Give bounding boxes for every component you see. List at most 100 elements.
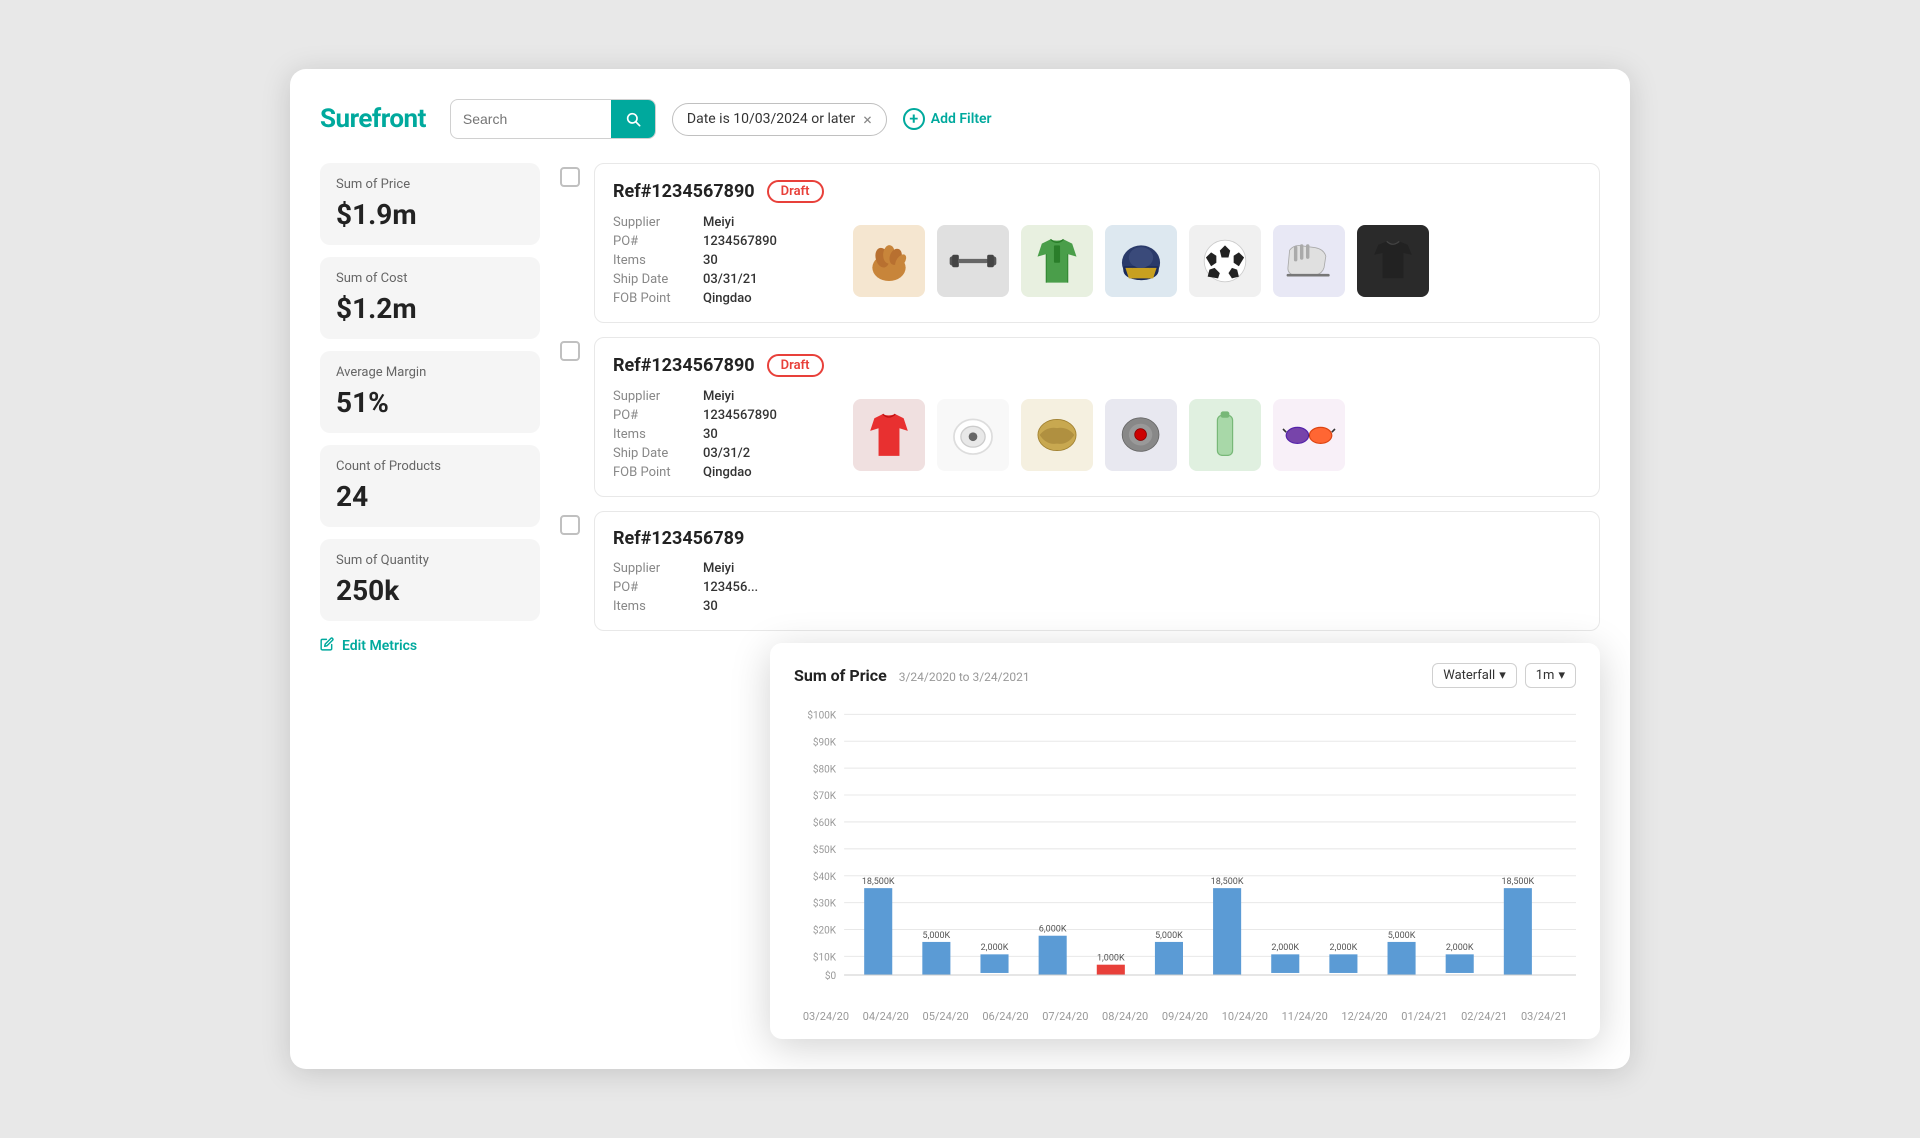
po-card-1: Ref#1234567890 Draft Supplier Meiyi PO# … [594, 163, 1600, 323]
bar-8 [1329, 954, 1357, 973]
svg-text:1,000K: 1,000K [1097, 953, 1125, 963]
svg-text:18,500K: 18,500K [862, 877, 895, 887]
metric-label-count-products: Count of Products [336, 459, 524, 474]
svg-text:5,000K: 5,000K [1388, 931, 1416, 941]
po-label-1: PO# [613, 234, 693, 249]
bar-4 [1097, 965, 1125, 975]
items-value-1: 30 [703, 253, 718, 268]
metric-value-sum-quantity: 250k [336, 574, 524, 607]
chart-period-select[interactable]: 1m ▾ [1525, 663, 1576, 688]
po-card-2: Ref#1234567890 Draft Supplier Meiyi PO# … [594, 337, 1600, 497]
x-label-6: 09/24/20 [1155, 1010, 1215, 1023]
filter-close-icon[interactable]: × [863, 110, 872, 129]
header: Surefront Date is 10/03/2024 or later × … [320, 99, 1600, 139]
po-ref-1: Ref#1234567890 [613, 181, 755, 202]
chart-period-chevron: ▾ [1558, 668, 1565, 683]
chart-type-select[interactable]: Waterfall ▾ [1432, 663, 1517, 688]
po-ref-3: Ref#123456789 [613, 528, 744, 549]
po-field-supplier-2: Supplier Meiyi [613, 389, 813, 404]
x-axis-labels: 03/24/20 04/24/20 05/24/20 06/24/20 07/2… [794, 1010, 1576, 1023]
x-label-11: 02/24/21 [1454, 1010, 1514, 1023]
po-label-3: PO# [613, 580, 693, 595]
svg-text:$10K: $10K [813, 950, 837, 963]
svg-text:$90K: $90K [813, 735, 837, 748]
po-field-fob-2: FOB Point Qingdao [613, 465, 813, 480]
supplier-value-2: Meiyi [703, 389, 734, 404]
metric-card-sum-price: Sum of Price $1.9m [320, 163, 540, 245]
plus-icon: + [903, 108, 925, 130]
metric-label-sum-quantity: Sum of Quantity [336, 553, 524, 568]
supplier-value-1: Meiyi [703, 215, 734, 230]
add-filter-label: Add Filter [931, 111, 992, 127]
po-field-supplier-3: Supplier Meiyi [613, 561, 813, 576]
add-filter-button[interactable]: + Add Filter [903, 108, 992, 130]
po-checkbox-3[interactable] [560, 515, 580, 535]
x-label-8: 11/24/20 [1275, 1010, 1335, 1023]
search-button[interactable] [611, 99, 655, 139]
fob-value-2: Qingdao [703, 465, 752, 480]
svg-text:2,000K: 2,000K [981, 943, 1009, 953]
x-label-5: 08/24/20 [1095, 1010, 1155, 1023]
svg-text:18,500K: 18,500K [1211, 877, 1244, 887]
metric-card-avg-margin: Average Margin 51% [320, 351, 540, 433]
ship-value-1: 03/31/21 [703, 272, 757, 287]
draft-badge-1: Draft [767, 180, 824, 203]
po-field-po-2: PO# 1234567890 [613, 408, 813, 423]
svg-text:18,500K: 18,500K [1501, 877, 1534, 887]
po-title-row-3: Ref#123456789 [613, 528, 1581, 549]
edit-icon [320, 637, 334, 655]
logo: Surefront [320, 104, 426, 134]
po-field-supplier-1: Supplier Meiyi [613, 215, 813, 230]
items-value-2: 30 [703, 427, 718, 442]
chart-svg: $0 $10K $20K $30K $40K $50K $60K $70K $8… [794, 704, 1576, 1004]
svg-text:5,000K: 5,000K [1155, 931, 1183, 941]
po-details-2: Supplier Meiyi PO# 1234567890 Items 30 [613, 389, 1581, 480]
po-field-po-1: PO# 1234567890 [613, 234, 813, 249]
search-box [450, 99, 656, 139]
svg-text:$100K: $100K [807, 708, 836, 721]
supplier-label-1: Supplier [613, 215, 693, 230]
metric-card-count-products: Count of Products 24 [320, 445, 540, 527]
bar-9 [1388, 942, 1416, 975]
metric-value-count-products: 24 [336, 480, 524, 513]
po-card-3: Ref#123456789 Supplier Meiyi PO# 123456.… [594, 511, 1600, 631]
items-value-3: 30 [703, 599, 718, 614]
draft-badge-2: Draft [767, 354, 824, 377]
product-img-skates [1273, 225, 1345, 297]
metric-card-sum-cost: Sum of Cost $1.2m [320, 257, 540, 339]
chart-area: $0 $10K $20K $30K $40K $50K $60K $70K $8… [794, 704, 1576, 1004]
po-images-1 [853, 215, 1581, 306]
po-title-row-2: Ref#1234567890 Draft [613, 354, 1581, 377]
po-title-row-1: Ref#1234567890 Draft [613, 180, 1581, 203]
filter-chip[interactable]: Date is 10/03/2024 or later × [672, 103, 887, 136]
x-label-1: 04/24/20 [856, 1010, 916, 1023]
po-field-items-1: Items 30 [613, 253, 813, 268]
product-img-padding [1105, 399, 1177, 471]
product-img-jacket [1021, 225, 1093, 297]
x-label-7: 10/24/20 [1215, 1010, 1275, 1023]
po-checkbox-2[interactable] [560, 341, 580, 361]
po-details-1: Supplier Meiyi PO# 1234567890 Items 30 [613, 215, 1581, 306]
chart-type-label: Waterfall [1443, 668, 1495, 683]
po-checkbox-1[interactable] [560, 167, 580, 187]
product-img-helmet [1105, 225, 1177, 297]
items-label-1: Items [613, 253, 693, 268]
x-label-12: 03/24/21 [1514, 1010, 1574, 1023]
content-area: Ref#1234567890 Draft Supplier Meiyi PO# … [560, 163, 1600, 659]
ship-label-1: Ship Date [613, 272, 693, 287]
metric-label-avg-margin: Average Margin [336, 365, 524, 380]
po-label-2: PO# [613, 408, 693, 423]
chart-overlay: Sum of Price 3/24/2020 to 3/24/2021 Wate… [770, 643, 1600, 1039]
edit-metrics-button[interactable]: Edit Metrics [320, 633, 540, 659]
svg-text:2,000K: 2,000K [1330, 943, 1358, 953]
edit-metrics-label: Edit Metrics [342, 638, 417, 654]
items-label-3: Items [613, 599, 693, 614]
po-field-items-2: Items 30 [613, 427, 813, 442]
po-images-2 [853, 389, 1581, 480]
search-input[interactable] [451, 111, 611, 127]
product-img-bottle [1189, 399, 1261, 471]
main-layout: Sum of Price $1.9m Sum of Cost $1.2m Ave… [320, 163, 1600, 659]
x-label-2: 05/24/20 [916, 1010, 976, 1023]
po-row-3: Ref#123456789 Supplier Meiyi PO# 123456.… [560, 511, 1600, 631]
po-field-ship-1: Ship Date 03/31/21 [613, 272, 813, 287]
